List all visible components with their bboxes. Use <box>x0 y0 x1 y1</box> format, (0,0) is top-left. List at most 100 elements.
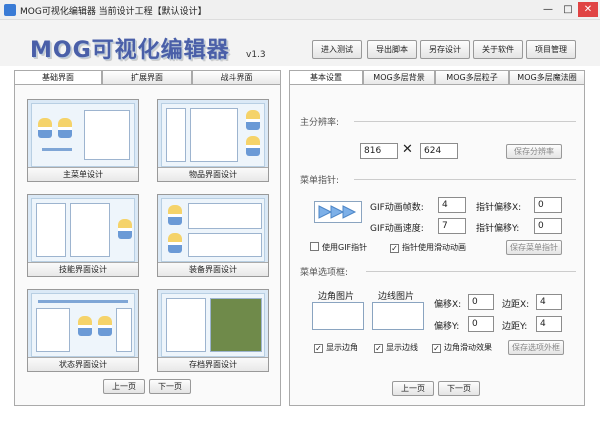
thumbnail-skill-screen[interactable]: 技能界面设计 <box>27 194 139 277</box>
pointer-preview[interactable] <box>314 201 362 223</box>
gif-speed-field[interactable]: 7 <box>438 218 466 234</box>
gif-frames-label: GIF动画帧数: <box>370 203 424 213</box>
checkbox-checked-icon: ✓ <box>374 344 383 353</box>
menu-window <box>116 308 132 352</box>
tab-basic-interface[interactable]: 基础界面 <box>14 70 102 85</box>
left-panel: 主菜单设计 物品界面设计 技能界面设计 装备界面设计 状态界面设计 存档界面设计… <box>14 84 281 406</box>
right-next-page-button[interactable]: 下一页 <box>438 381 480 396</box>
checkbox-checked-icon: ✓ <box>390 244 399 253</box>
thumbnail-main-menu[interactable]: 主菜单设计 <box>27 99 139 182</box>
character-sprite <box>58 118 72 138</box>
thumbnail-caption: 装备界面设计 <box>158 262 268 276</box>
project-manage-button[interactable]: 项目管理 <box>526 40 576 59</box>
thumbnail-caption: 存档界面设计 <box>158 357 268 371</box>
corner-image-preview[interactable] <box>312 302 364 330</box>
right-tab-bar: 基本设置 MOG多层背景 MOG多层粒子 MOG多层魔法圈 <box>289 70 585 85</box>
checkbox-checked-icon: ✓ <box>314 344 323 353</box>
margin-y-field[interactable]: 4 <box>536 316 562 332</box>
tab-basic-settings[interactable]: 基本设置 <box>289 70 363 85</box>
tab-multi-background[interactable]: MOG多层背景 <box>363 70 435 84</box>
edge-image-label: 边线图片 <box>378 292 415 302</box>
resolution-section-label: 主分辨率: <box>300 118 340 128</box>
menu-window <box>70 203 110 257</box>
frame-offset-x-field[interactable]: 0 <box>468 294 494 310</box>
thumbnail-caption: 主菜单设计 <box>28 167 138 181</box>
minimize-button[interactable]: — <box>538 2 558 17</box>
about-button[interactable]: 关于软件 <box>473 40 523 59</box>
menu-window <box>36 203 66 257</box>
checkbox-label: 边角滑动效果 <box>444 343 492 352</box>
right-panel: 主分辨率: 816 ✕ 624 保存分辨率 菜单指针: GIF动画帧数: 4 G… <box>289 84 585 406</box>
thumbnail-save-screen[interactable]: 存档界面设计 <box>157 289 269 372</box>
save-resolution-button[interactable]: 保存分辨率 <box>506 144 562 159</box>
tab-multi-magic-circle[interactable]: MOG多层魔法圈 <box>509 70 585 84</box>
character-sprite <box>118 219 132 239</box>
thumbnail-preview <box>161 198 265 262</box>
character-sprite <box>246 136 260 156</box>
frame-offset-y-label: 偏移Y: <box>434 322 460 332</box>
character-sprite <box>98 316 112 336</box>
frame-section-label: 菜单选项框: <box>300 268 349 278</box>
tab-multi-particles[interactable]: MOG多层粒子 <box>435 70 509 84</box>
times-icon: ✕ <box>402 142 413 157</box>
margin-x-field[interactable]: 4 <box>536 294 562 310</box>
tab-battle-interface[interactable]: 战斗界面 <box>192 70 281 84</box>
pointer-offset-y-field[interactable]: 0 <box>534 218 562 234</box>
save-pointer-button[interactable]: 保存菜单指针 <box>506 240 562 255</box>
status-bar <box>38 300 128 303</box>
margin-x-label: 边距X: <box>502 300 530 310</box>
left-prev-page-button[interactable]: 上一页 <box>103 379 145 394</box>
thumbnail-preview <box>31 103 135 167</box>
left-next-page-button[interactable]: 下一页 <box>149 379 191 394</box>
thumbnail-caption: 技能界面设计 <box>28 262 138 276</box>
right-prev-page-button[interactable]: 上一页 <box>392 381 434 396</box>
checkbox-checked-icon: ✓ <box>432 344 441 353</box>
menu-window <box>36 308 70 352</box>
resolution-height-field[interactable]: 624 <box>420 143 458 159</box>
arrow-pointer-icon <box>318 205 357 219</box>
thumbnail-status-screen[interactable]: 状态界面设计 <box>27 289 139 372</box>
character-sprite <box>168 205 182 225</box>
resolution-width-field[interactable]: 816 <box>360 143 398 159</box>
app-logo: MOG可视化编辑器 <box>30 38 230 63</box>
checkbox-label: 显示边角 <box>326 343 358 352</box>
save-as-button[interactable]: 另存设计 <box>420 40 470 59</box>
slide-animation-checkbox[interactable]: ✓ 指针使用滑动动画 <box>390 242 466 253</box>
frame-offset-y-field[interactable]: 0 <box>468 316 494 332</box>
thumbnail-equip-screen[interactable]: 装备界面设计 <box>157 194 269 277</box>
thumbnail-preview <box>161 103 265 167</box>
app-icon <box>4 4 16 16</box>
use-gif-pointer-checkbox[interactable]: 使用GIF指针 <box>310 242 367 253</box>
gif-frames-field[interactable]: 4 <box>438 197 466 213</box>
thumbnail-caption: 物品界面设计 <box>158 167 268 181</box>
pointer-offset-y-label: 指针偏移Y: <box>476 224 520 234</box>
character-sprite <box>246 110 260 130</box>
tab-extended-interface[interactable]: 扩展界面 <box>102 70 192 84</box>
section-divider <box>366 271 576 272</box>
save-slot-list <box>166 298 206 352</box>
checkbox-unchecked-icon <box>310 242 319 251</box>
character-sprite <box>78 316 92 336</box>
section-divider <box>354 179 576 180</box>
edge-image-preview[interactable] <box>372 302 424 330</box>
close-button[interactable]: ✕ <box>578 2 598 17</box>
export-script-button[interactable]: 导出脚本 <box>367 40 417 59</box>
thumbnail-item-screen[interactable]: 物品界面设计 <box>157 99 269 182</box>
menu-window <box>84 110 130 160</box>
status-bar <box>42 148 72 151</box>
menu-window <box>166 108 186 162</box>
pointer-offset-x-field[interactable]: 0 <box>534 197 562 213</box>
version-label: v1.3 <box>246 50 266 60</box>
corner-slide-checkbox[interactable]: ✓ 边角滑动效果 <box>432 342 492 353</box>
maximize-button[interactable]: □ <box>558 2 578 17</box>
show-edge-checkbox[interactable]: ✓ 显示边线 <box>374 342 418 353</box>
left-tab-bar: 基础界面 扩展界面 战斗界面 <box>14 70 281 85</box>
corner-image-label: 边角图片 <box>318 292 355 302</box>
save-frame-button[interactable]: 保存选项外框 <box>508 340 564 355</box>
enter-test-button[interactable]: 进入测试 <box>312 40 362 59</box>
thumbnail-preview <box>31 293 135 357</box>
show-corner-checkbox[interactable]: ✓ 显示边角 <box>314 342 358 353</box>
map-preview <box>210 298 262 352</box>
gif-speed-label: GIF动画速度: <box>370 224 424 234</box>
checkbox-label: 指针使用滑动动画 <box>402 243 466 252</box>
